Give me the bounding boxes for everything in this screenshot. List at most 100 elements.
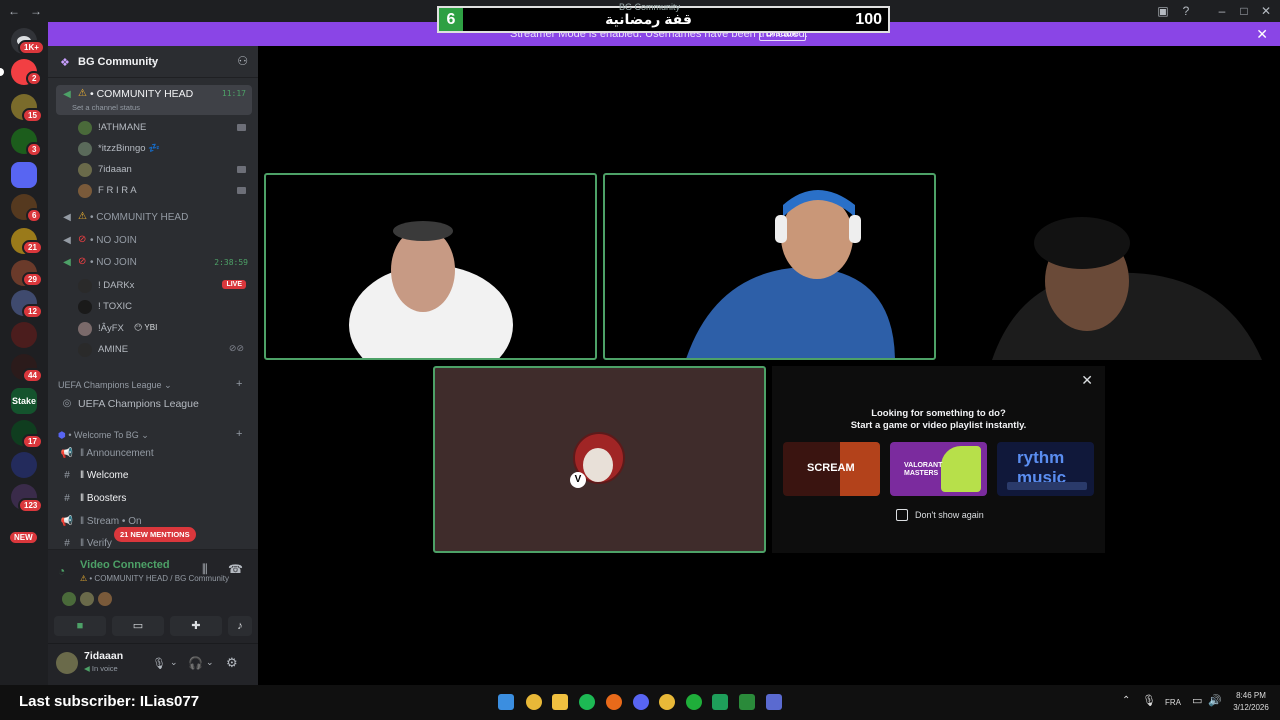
channel-welcome[interactable]: # ǁ Welcome [56,466,252,486]
volume-icon[interactable]: 🔊 [1208,694,1222,707]
tray-expand-icon[interactable]: ⌃ [1122,695,1130,706]
no-entry-icon: ⊘ [78,234,87,245]
add-channel-icon[interactable]: + [236,428,242,440]
voice-user[interactable]: !ÂyFX 😶 YBI [74,319,252,339]
avatar [98,592,112,606]
close-window-button[interactable]: ✕ [1258,3,1274,19]
inbox-icon[interactable]: ▣ [1155,3,1171,19]
guild-header[interactable]: ❖ BG Community ⌄ ⚇ [48,46,258,78]
voice-user[interactable]: F R I R A [74,181,252,201]
screen-share-button[interactable]: ▭ [112,616,164,636]
category-uefa[interactable]: UEFA Champions League ⌄ [58,380,172,391]
activity-card-label: SCREAM [807,462,855,474]
add-channel-icon[interactable]: + [236,378,242,390]
voice-status[interactable]: Video Connected [80,559,170,571]
microphone-icon[interactable]: 🎙 [152,657,166,670]
video-tile-user-3[interactable] [942,173,1275,360]
voice-channel-no-join-active[interactable]: ◀ ⊘ • NO JOIN 2:38:59 [56,253,252,273]
help-icon[interactable]: ? [1178,3,1194,19]
activity-button[interactable]: ✚ [170,616,222,636]
chevron-down-icon[interactable]: ⌄ [206,657,214,668]
channel-announcement[interactable]: 📢 ǁ Announcement [56,444,252,464]
windows-start-icon[interactable] [498,694,514,710]
voice-channel-community-head-active[interactable]: ◀ ⚠ • COMMUNITY HEAD Set a channel statu… [56,85,252,115]
discord-icon[interactable] [633,694,649,710]
windows-taskbar: Last subscriber: ILias077 ⌃ 🎙 FRA ▭ 🔊 8:… [0,685,1280,720]
user-avatar[interactable] [56,652,78,674]
chevron-down-icon: ⌄ [150,55,158,65]
channel-uefa[interactable]: ◎ UEFA Champions League [56,394,252,414]
clock-time[interactable]: 8:46 PM [1228,691,1274,700]
activity-card-valorant[interactable]: VALORANT MASTERS [890,442,987,496]
close-icon[interactable]: ✕ [1256,26,1268,43]
app-icon[interactable] [686,694,702,710]
forward-arrow-icon[interactable]: → [28,3,44,19]
stake-server-icon[interactable]: Stake [11,388,37,414]
activity-title: Looking for something to do? [871,408,1006,419]
video-tile-avatar[interactable]: V [433,366,766,553]
voice-user[interactable]: ! DARKx LIVE [74,276,252,296]
channel-timer: 2:38:59 [214,258,248,267]
dont-show-again-checkbox[interactable] [896,509,908,521]
voice-user[interactable]: AMINE ⊘⊘ [74,340,252,360]
unread-pill [0,68,4,76]
username: 7idaaan [98,164,132,175]
category-welcome[interactable]: ⬢ • Welcome To BG ⌄ [58,430,149,441]
network-icon[interactable]: ▭ [1192,694,1202,707]
server-icon[interactable] [11,452,37,478]
spotify-icon[interactable] [579,694,595,710]
app-icon[interactable] [766,694,782,710]
app-icon[interactable] [712,694,728,710]
hash-icon: # [64,493,70,504]
headphones-icon[interactable]: 🎧 [188,656,203,670]
goal-current-count: 6 [439,8,463,31]
back-arrow-icon[interactable]: ← [6,3,22,19]
minimize-button[interactable]: – [1214,3,1230,19]
voice-channel-community-head[interactable]: ◀ ⚠ • COMMUNITY HEAD [56,208,252,228]
avatar [78,142,92,156]
voice-user[interactable]: !ATHMANE [74,118,252,138]
server-badge-icon: V [570,472,586,488]
settings-gear-icon[interactable]: ⚙ [226,655,238,671]
folder-icon[interactable] [11,162,37,188]
voice-channel-no-join[interactable]: ◀ ⊘ • NO JOIN [56,231,252,251]
avatar [80,592,94,606]
avatar [78,121,92,135]
file-explorer-icon[interactable] [552,694,568,710]
speaker-icon: ◀ [63,235,71,246]
activity-card-scream[interactable]: SCREAM [783,442,880,496]
voice-user[interactable]: *itzzBinngo 💤 [74,139,252,159]
server-badge: 21 [22,240,43,255]
goal-title: قفة رمضانية [605,11,692,27]
close-icon[interactable]: ✕ [1081,372,1093,389]
invite-people-icon[interactable]: ⚇ [237,54,248,68]
voice-user[interactable]: ! TOXIC [74,297,252,317]
camera-button[interactable]: ■ [54,616,106,636]
video-tile-user-1[interactable] [264,173,597,360]
maximize-button[interactable]: □ [1236,3,1252,19]
app-icon[interactable] [606,694,622,710]
chrome-icon[interactable] [659,694,675,710]
video-tile-user-2[interactable] [603,173,936,360]
channel-name: UEFA Champions League [78,398,199,410]
server-badge: 12 [22,304,43,319]
chevron-down-icon[interactable]: ⌄ [170,657,178,668]
activity-card-rythm[interactable]: rythm music [997,442,1094,496]
new-mentions-pill[interactable]: 21 NEW MENTIONS [114,527,196,542]
server-badge: 2 [26,71,43,86]
speaker-icon: ◀ [63,89,71,100]
channel-status-text[interactable]: Set a channel status [72,103,140,112]
voice-user[interactable]: 7idaaan [74,160,252,180]
speaker-icon: ◀ [63,212,71,223]
app-icon[interactable] [739,694,755,710]
noise-suppression-icon[interactable]: ⫼ [202,562,208,577]
chrome-icon[interactable] [526,694,542,710]
channel-boosters[interactable]: # ǁ Boosters [56,489,252,509]
clock-date[interactable]: 3/12/2026 [1226,703,1276,712]
disconnect-icon[interactable]: ☎ [228,562,243,576]
microphone-tray-icon[interactable]: 🎙 [1142,694,1156,707]
server-icon[interactable] [11,322,37,348]
soundboard-button[interactable]: ♪ [228,616,252,636]
language-indicator[interactable]: FRA [1165,698,1181,707]
user-panel: 7idaaan ◀ In voice 🎙 ⌄ 🎧 ⌄ ⚙ [48,643,258,685]
